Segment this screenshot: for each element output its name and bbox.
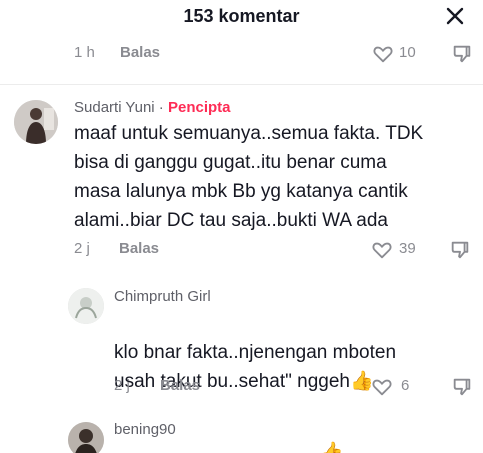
like-count: 39 bbox=[399, 240, 416, 257]
avatar[interactable] bbox=[68, 288, 104, 324]
reply-button[interactable]: Balas bbox=[119, 240, 159, 257]
comment-time: 1 h bbox=[74, 44, 95, 61]
comment-username-row: Sudarti Yuni · Pencipta bbox=[74, 99, 231, 116]
comments-header: 153 komentar bbox=[0, 0, 483, 36]
reply-button[interactable]: Balas bbox=[120, 44, 160, 61]
comment-username[interactable]: Sudarti Yuni bbox=[74, 99, 155, 116]
comment-username[interactable]: bening90 bbox=[114, 421, 176, 438]
thumbs-up-emoji: 👍 bbox=[320, 442, 344, 453]
avatar[interactable] bbox=[68, 422, 104, 453]
comments-count-title: 153 komentar bbox=[183, 6, 300, 26]
avatar[interactable] bbox=[14, 100, 58, 144]
dislike-icon[interactable] bbox=[451, 43, 473, 65]
heart-outline-icon[interactable] bbox=[371, 376, 393, 398]
comment-meta-row: 2 j Balas bbox=[114, 375, 483, 399]
divider bbox=[0, 84, 483, 85]
comment-text: maaf untuk semuanya..semua fakta. TDK bi… bbox=[74, 123, 424, 231]
dislike-icon[interactable] bbox=[449, 239, 471, 261]
heart-outline-icon[interactable] bbox=[372, 43, 394, 65]
heart-outline-icon[interactable] bbox=[371, 239, 393, 261]
reply-button[interactable]: Balas bbox=[160, 377, 200, 394]
comment-time: 2 j bbox=[114, 377, 130, 394]
comment-time: 2 j bbox=[74, 240, 90, 257]
like-count: 10 bbox=[399, 44, 416, 61]
comment-meta-row: 1 h Balas bbox=[74, 42, 483, 66]
creator-badge: Pencipta bbox=[167, 99, 231, 116]
comment-meta-row: 2 j Balas bbox=[74, 238, 483, 262]
separator: · bbox=[154, 99, 168, 116]
dislike-icon[interactable] bbox=[451, 376, 473, 398]
like-count: 6 bbox=[401, 377, 410, 394]
comment-username[interactable]: Chimpruth Girl bbox=[114, 288, 211, 305]
close-icon[interactable] bbox=[443, 4, 467, 28]
